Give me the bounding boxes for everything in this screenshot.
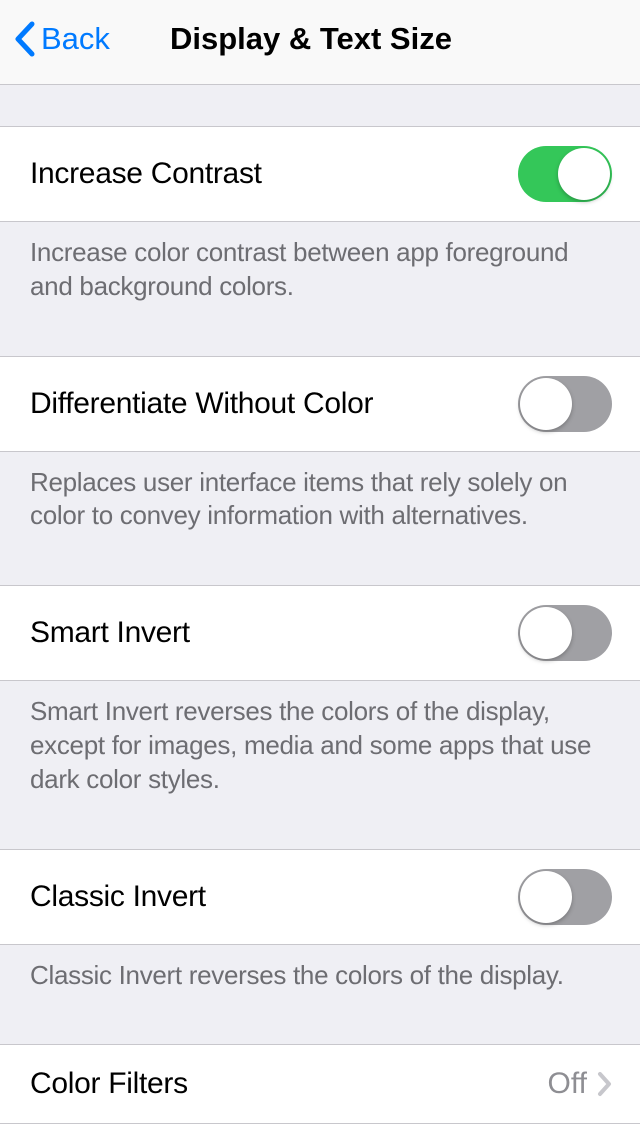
page-title: Display & Text Size bbox=[170, 21, 452, 57]
row-label: Differentiate Without Color bbox=[30, 387, 373, 421]
color-filters-row[interactable]: Color Filters Off bbox=[0, 1044, 640, 1124]
smart-invert-toggle[interactable] bbox=[518, 605, 612, 661]
navigation-bar: Back Display & Text Size bbox=[0, 0, 640, 85]
row-label: Classic Invert bbox=[30, 880, 206, 914]
row-label: Increase Contrast bbox=[30, 157, 262, 191]
section-spacer bbox=[0, 85, 640, 126]
section-spacer bbox=[0, 1006, 640, 1044]
chevron-left-icon bbox=[14, 21, 35, 57]
back-label: Back bbox=[41, 21, 110, 57]
section-spacer bbox=[0, 547, 640, 585]
switch-knob bbox=[520, 871, 572, 923]
chevron-right-icon bbox=[597, 1071, 612, 1097]
differentiate-without-color-row[interactable]: Differentiate Without Color bbox=[0, 356, 640, 452]
switch-knob bbox=[520, 607, 572, 659]
row-label: Smart Invert bbox=[30, 616, 190, 650]
row-value: Off bbox=[548, 1067, 612, 1101]
row-label: Color Filters bbox=[30, 1067, 188, 1101]
classic-invert-row[interactable]: Classic Invert bbox=[0, 849, 640, 945]
classic-invert-footer: Classic Invert reverses the colors of th… bbox=[0, 945, 640, 1007]
differentiate-without-color-footer: Replaces user interface items that rely … bbox=[0, 452, 640, 548]
increase-contrast-row[interactable]: Increase Contrast bbox=[0, 126, 640, 222]
value-text: Off bbox=[548, 1067, 587, 1101]
classic-invert-toggle[interactable] bbox=[518, 869, 612, 925]
back-button[interactable]: Back bbox=[14, 21, 110, 57]
differentiate-without-color-toggle[interactable] bbox=[518, 376, 612, 432]
section-spacer bbox=[0, 811, 640, 849]
smart-invert-footer: Smart Invert reverses the colors of the … bbox=[0, 681, 640, 810]
smart-invert-row[interactable]: Smart Invert bbox=[0, 585, 640, 681]
switch-knob bbox=[558, 148, 610, 200]
section-spacer bbox=[0, 318, 640, 356]
increase-contrast-toggle[interactable] bbox=[518, 146, 612, 202]
switch-knob bbox=[520, 378, 572, 430]
increase-contrast-footer: Increase color contrast between app fore… bbox=[0, 222, 640, 318]
